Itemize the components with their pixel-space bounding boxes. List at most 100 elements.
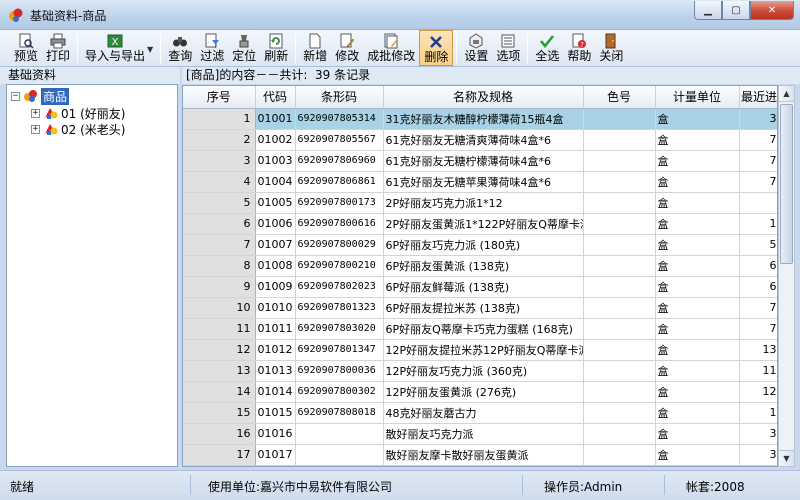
column-header-unit[interactable]: 计量单位: [655, 86, 740, 109]
cell-code[interactable]: 01008: [255, 255, 296, 277]
cell-name[interactable]: 61克好丽友无糖清爽薄荷味4盒*6: [383, 129, 584, 151]
scroll-up-arrow-icon[interactable]: ▲: [779, 86, 794, 102]
cell-name[interactable]: 2P好丽友蛋黄派1*122P好丽友Q蒂摩卡派: [383, 213, 584, 235]
table-row[interactable]: 4 01004 6920907806861 61克好丽友无糖苹果薄荷味4盒*6 盒 7: [183, 171, 777, 193]
dropdown-arrow-icon[interactable]: ▼: [147, 45, 153, 54]
cell-recent[interactable]: 3: [739, 108, 777, 130]
cell-color[interactable]: [583, 150, 656, 172]
cell-code[interactable]: 01014: [255, 381, 296, 403]
cell-unit[interactable]: 盒: [655, 402, 740, 424]
cell-recent[interactable]: 7: [739, 297, 777, 319]
row-number[interactable]: 6: [183, 213, 256, 235]
cell-barcode[interactable]: 6920907801323: [295, 297, 384, 319]
import-export-button[interactable]: X 导入与导出 ▼: [81, 30, 157, 66]
table-row[interactable]: 13 01013 6920907800036 12P好丽友巧克力派 (360克) 盒 11: [183, 360, 777, 382]
cell-barcode[interactable]: 6920907800616: [295, 213, 384, 235]
table-row[interactable]: 9 01009 6920907802023 6P好丽友鲜莓派 (138克) 盒 6: [183, 276, 777, 298]
delete-button[interactable]: 删除: [419, 30, 454, 66]
cell-recent[interactable]: [739, 192, 777, 214]
tree-root-label[interactable]: 商品: [41, 87, 70, 105]
cell-color[interactable]: [583, 234, 656, 256]
cell-color[interactable]: [583, 360, 656, 382]
cell-color[interactable]: [583, 108, 656, 130]
help-button[interactable]: ? 帮助: [563, 30, 595, 66]
tree-item[interactable]: + 02 (米老头): [31, 121, 125, 137]
cell-barcode[interactable]: [295, 444, 384, 466]
batch-modify-button[interactable]: 成批修改: [363, 30, 419, 66]
cell-code[interactable]: 01010: [255, 297, 296, 319]
cell-barcode[interactable]: 6920907806960: [295, 150, 384, 172]
row-number[interactable]: 17: [183, 444, 256, 466]
cell-name[interactable]: 6P好丽友鲜莓派 (138克): [383, 276, 584, 298]
maximize-button[interactable]: ▢: [722, 1, 750, 20]
cell-unit[interactable]: 盒: [655, 108, 740, 130]
cell-code[interactable]: 01007: [255, 234, 296, 256]
row-number[interactable]: 4: [183, 171, 256, 193]
scroll-thumb[interactable]: [780, 104, 793, 264]
minimize-button[interactable]: ▁: [694, 1, 722, 20]
cell-code[interactable]: 01001: [255, 108, 296, 130]
row-number[interactable]: 3: [183, 150, 256, 172]
tree-item[interactable]: + 01 (好丽友): [31, 105, 125, 121]
row-number[interactable]: 11: [183, 318, 256, 340]
cell-barcode[interactable]: 6920907800036: [295, 360, 384, 382]
cell-name[interactable]: 2P好丽友巧克力派1*12: [383, 192, 584, 214]
cell-name[interactable]: 6P好丽友提拉米苏 (138克): [383, 297, 584, 319]
cell-unit[interactable]: 盒: [655, 129, 740, 151]
tree-root[interactable]: − 商品: [11, 87, 70, 105]
row-number[interactable]: 8: [183, 255, 256, 277]
cell-unit[interactable]: 盒: [655, 150, 740, 172]
locate-button[interactable]: 定位: [228, 30, 260, 66]
cell-name[interactable]: 48克好丽友蘑古力: [383, 402, 584, 424]
cell-barcode[interactable]: 6920907802023: [295, 276, 384, 298]
cell-code[interactable]: 01015: [255, 402, 296, 424]
cell-unit[interactable]: 盒: [655, 234, 740, 256]
cell-recent[interactable]: 3: [739, 444, 777, 466]
cell-recent[interactable]: 7: [739, 171, 777, 193]
cell-unit[interactable]: 盒: [655, 213, 740, 235]
cell-color[interactable]: [583, 255, 656, 277]
cell-barcode[interactable]: 6920907801347: [295, 339, 384, 361]
cell-code[interactable]: 01013: [255, 360, 296, 382]
cell-unit[interactable]: 盒: [655, 297, 740, 319]
cell-code[interactable]: 01005: [255, 192, 296, 214]
cell-name[interactable]: 散好丽友摩卡散好丽友蛋黄派: [383, 444, 584, 466]
row-number[interactable]: 2: [183, 129, 256, 151]
cell-unit[interactable]: 盒: [655, 192, 740, 214]
table-row[interactable]: 3 01003 6920907806960 61克好丽友无糖柠檬薄荷味4盒*6 盒 7: [183, 150, 777, 172]
preview-button[interactable]: 预览: [10, 30, 42, 66]
table-row[interactable]: 2 01002 6920907805567 61克好丽友无糖清爽薄荷味4盒*6 盒 7: [183, 129, 777, 151]
row-number[interactable]: 5: [183, 192, 256, 214]
table-row[interactable]: 1 01001 6920907805314 31克好丽友木糖醇柠檬薄荷15瓶4盒 盒 3: [183, 108, 777, 130]
row-number[interactable]: 10: [183, 297, 256, 319]
scroll-down-arrow-icon[interactable]: ▼: [779, 450, 794, 466]
cell-name[interactable]: 散好丽友巧克力派: [383, 423, 584, 445]
table-row[interactable]: 16 01016 散好丽友巧克力派 盒 3: [183, 423, 777, 445]
cell-color[interactable]: [583, 402, 656, 424]
column-header-name[interactable]: 名称及规格: [383, 86, 584, 109]
column-header-no[interactable]: 序号: [183, 86, 256, 109]
cell-color[interactable]: [583, 297, 656, 319]
row-number[interactable]: 7: [183, 234, 256, 256]
cell-name[interactable]: 12P好丽友蛋黄派 (276克): [383, 381, 584, 403]
column-header-code[interactable]: 代码: [255, 86, 296, 109]
cell-code[interactable]: 01002: [255, 129, 296, 151]
cell-color[interactable]: [583, 423, 656, 445]
cell-color[interactable]: [583, 129, 656, 151]
cell-unit[interactable]: 盒: [655, 255, 740, 277]
table-row[interactable]: 12 01012 6920907801347 12P好丽友提拉米苏12P好丽友Q蒂摩卡…: [183, 339, 777, 361]
row-number[interactable]: 13: [183, 360, 256, 382]
table-row[interactable]: 8 01008 6920907800210 6P好丽友蛋黄派 (138克) 盒 6: [183, 255, 777, 277]
cell-name[interactable]: 6P好丽友Q蒂摩卡巧克力蛋糕 (168克): [383, 318, 584, 340]
cell-recent[interactable]: 1: [739, 213, 777, 235]
cell-unit[interactable]: 盒: [655, 360, 740, 382]
cell-recent[interactable]: 3: [739, 423, 777, 445]
cell-recent[interactable]: 13: [739, 339, 777, 361]
select-all-button[interactable]: 全选: [531, 30, 563, 66]
table-row[interactable]: 7 01007 6920907800029 6P好丽友巧克力派 (180克) 盒 5: [183, 234, 777, 256]
tree-item-label[interactable]: 01 (好丽友): [61, 105, 125, 122]
modify-button[interactable]: 修改: [331, 30, 363, 66]
cell-unit[interactable]: 盒: [655, 318, 740, 340]
cell-name[interactable]: 61克好丽友无糖柠檬薄荷味4盒*6: [383, 150, 584, 172]
column-header-barcode[interactable]: 条形码: [295, 86, 384, 109]
